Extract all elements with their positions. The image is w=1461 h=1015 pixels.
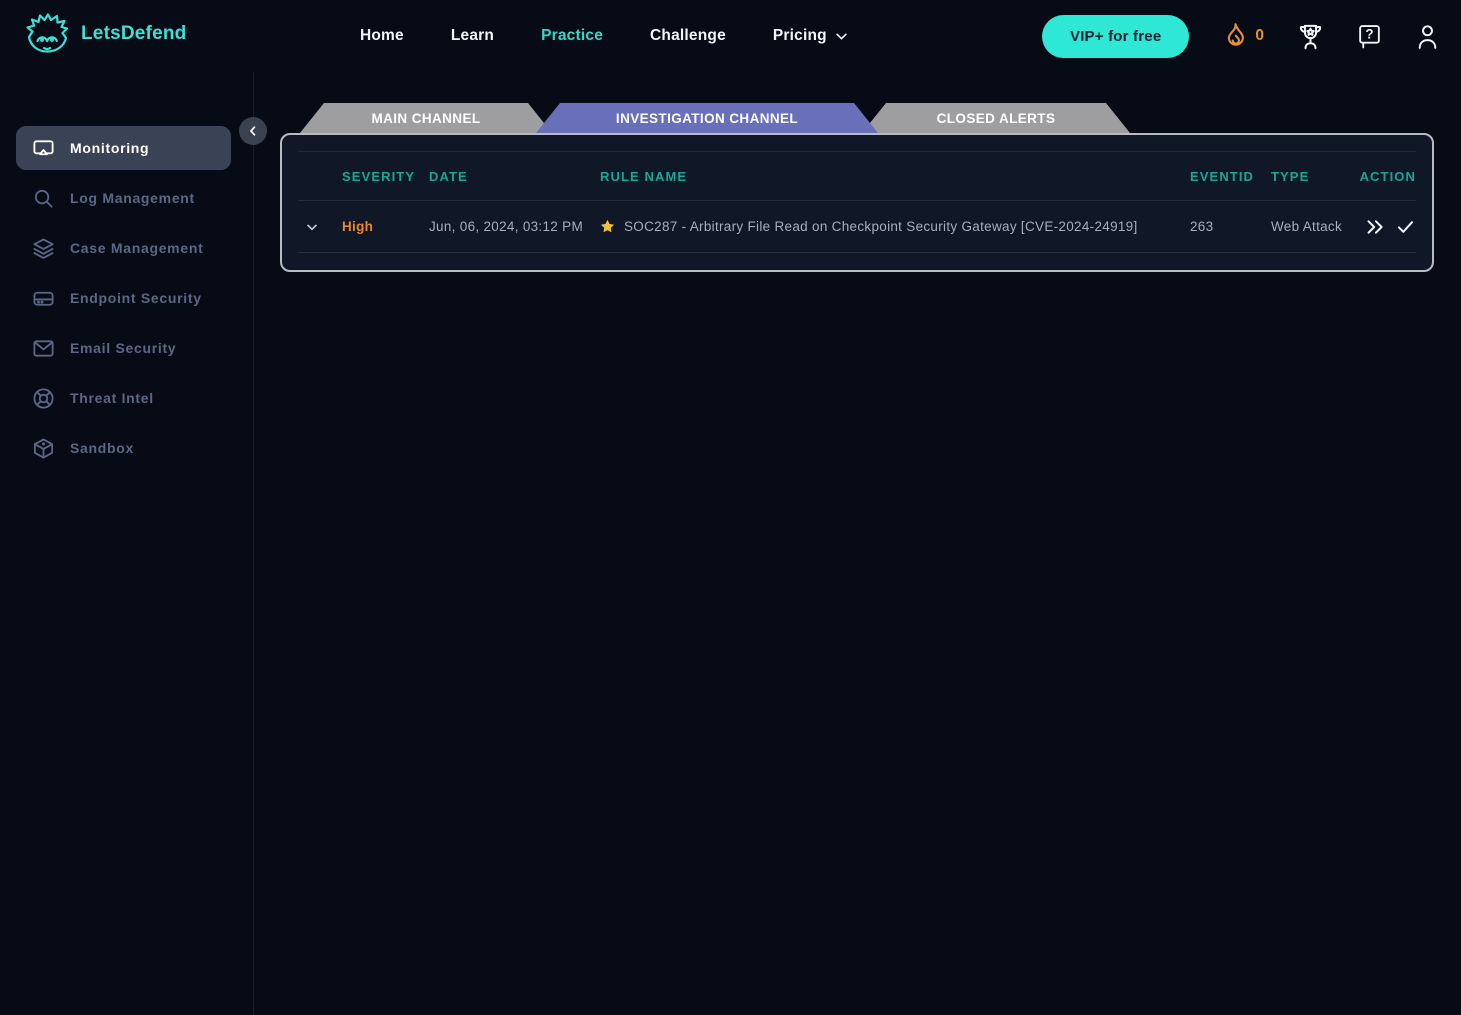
column-header-date: DATE bbox=[429, 169, 600, 184]
check-icon bbox=[1395, 218, 1416, 236]
chevron-down-icon bbox=[304, 219, 320, 235]
alerts-table-panel: SEVERITY DATE RULE NAME EVENTID TYPE ACT… bbox=[280, 133, 1434, 272]
profile-button[interactable] bbox=[1415, 23, 1440, 50]
svg-text:?: ? bbox=[1365, 26, 1373, 41]
brand-logo[interactable]: LetsDefend bbox=[24, 13, 186, 55]
sidebar-item-threat-intel[interactable]: Threat Intel bbox=[0, 373, 253, 423]
nav-pricing[interactable]: Pricing bbox=[773, 27, 849, 45]
vip-for-free-button[interactable]: VIP+ for free bbox=[1042, 15, 1189, 58]
streak-counter[interactable]: 0 bbox=[1222, 22, 1264, 51]
hard-drive-icon bbox=[32, 287, 55, 310]
nav-learn[interactable]: Learn bbox=[451, 27, 494, 45]
alert-table-row[interactable]: High Jun, 06, 2024, 03:12 PM SOC287 - Ar… bbox=[298, 201, 1416, 253]
column-header-eventid: EVENTID bbox=[1190, 169, 1271, 184]
close-alert-button[interactable] bbox=[1395, 218, 1416, 236]
tab-investigation-channel[interactable]: INVESTIGATION CHANNEL bbox=[536, 103, 878, 133]
sidebar-item-case-management[interactable]: Case Management bbox=[0, 223, 253, 273]
search-icon bbox=[32, 187, 55, 210]
letsdefend-hedgehog-icon bbox=[24, 13, 70, 55]
tab-main-channel[interactable]: MAIN CHANNEL bbox=[300, 103, 552, 133]
alert-type: Web Attack bbox=[1271, 219, 1358, 234]
sidebar-item-sandbox[interactable]: Sandbox bbox=[0, 423, 253, 473]
mail-icon bbox=[32, 337, 55, 360]
rule-name-cell: SOC287 - Arbitrary File Read on Checkpoi… bbox=[600, 219, 1190, 234]
sidebar-label: Monitoring bbox=[70, 140, 149, 156]
sidebar-label: Endpoint Security bbox=[70, 290, 202, 306]
help-button[interactable]: ? bbox=[1357, 23, 1382, 50]
tab-closed-alerts[interactable]: CLOSED ALERTS bbox=[862, 103, 1130, 133]
sidebar-label: Log Management bbox=[70, 190, 195, 206]
star-icon[interactable] bbox=[600, 219, 615, 234]
cube-icon bbox=[32, 437, 55, 460]
tab-label: INVESTIGATION CHANNEL bbox=[616, 111, 798, 126]
column-header-rule-name: RULE NAME bbox=[600, 169, 1190, 184]
achievements-button[interactable] bbox=[1297, 22, 1324, 51]
alert-channel-tabs: MAIN CHANNEL INVESTIGATION CHANNEL CLOSE… bbox=[300, 103, 1461, 133]
topbar-actions: VIP+ for free 0 bbox=[1042, 0, 1440, 72]
column-header-type: TYPE bbox=[1271, 169, 1358, 184]
streak-count: 0 bbox=[1255, 27, 1264, 45]
panel-top-divider bbox=[298, 135, 1416, 152]
nav-pricing-label: Pricing bbox=[773, 27, 827, 45]
chevron-left-icon bbox=[246, 124, 260, 138]
action-cell bbox=[1358, 218, 1416, 236]
main-content: MAIN CHANNEL INVESTIGATION CHANNEL CLOSE… bbox=[254, 72, 1461, 1015]
event-id: 263 bbox=[1190, 219, 1271, 234]
sidebar-collapse-button[interactable] bbox=[239, 117, 267, 145]
sidebar-item-email-security[interactable]: Email Security bbox=[0, 323, 253, 373]
sidebar: Monitoring Log Management Case Managemen… bbox=[0, 72, 254, 1015]
user-icon bbox=[1415, 23, 1440, 50]
brand-name: LetsDefend bbox=[81, 23, 186, 45]
sidebar-label: Email Security bbox=[70, 340, 176, 356]
row-expand-button[interactable] bbox=[298, 219, 342, 235]
column-header-severity: SEVERITY bbox=[342, 169, 429, 184]
flame-icon bbox=[1222, 22, 1249, 51]
sidebar-label: Case Management bbox=[70, 240, 203, 256]
sidebar-item-log-management[interactable]: Log Management bbox=[0, 173, 253, 223]
tab-label: MAIN CHANNEL bbox=[371, 111, 480, 126]
sidebar-item-monitoring[interactable]: Monitoring bbox=[0, 123, 253, 173]
chevron-down-icon bbox=[834, 29, 849, 44]
life-buoy-icon bbox=[32, 387, 55, 410]
sidebar-item-endpoint-security[interactable]: Endpoint Security bbox=[0, 273, 253, 323]
nav-home[interactable]: Home bbox=[360, 27, 404, 45]
sidebar-label: Threat Intel bbox=[70, 390, 154, 406]
column-header-action: ACTION bbox=[1358, 169, 1416, 184]
nav-practice[interactable]: Practice bbox=[541, 27, 603, 45]
main-navigation: Home Learn Practice Challenge Pricing bbox=[360, 0, 849, 72]
severity-badge: High bbox=[342, 219, 429, 234]
tab-label: CLOSED ALERTS bbox=[937, 111, 1056, 126]
double-chevron-right-icon bbox=[1365, 218, 1386, 236]
layers-icon bbox=[32, 237, 55, 260]
trophy-icon bbox=[1297, 22, 1324, 51]
alert-date: Jun, 06, 2024, 03:12 PM bbox=[429, 219, 600, 234]
screen-share-icon bbox=[32, 137, 55, 160]
alerts-table-header: SEVERITY DATE RULE NAME EVENTID TYPE ACT… bbox=[298, 152, 1416, 201]
take-ownership-button[interactable] bbox=[1365, 218, 1386, 236]
question-bubble-icon: ? bbox=[1357, 23, 1382, 50]
nav-challenge[interactable]: Challenge bbox=[650, 27, 726, 45]
sidebar-label: Sandbox bbox=[70, 440, 134, 456]
top-navbar: LetsDefend Home Learn Practice Challenge… bbox=[0, 0, 1461, 72]
rule-name-text: SOC287 - Arbitrary File Read on Checkpoi… bbox=[624, 219, 1138, 234]
